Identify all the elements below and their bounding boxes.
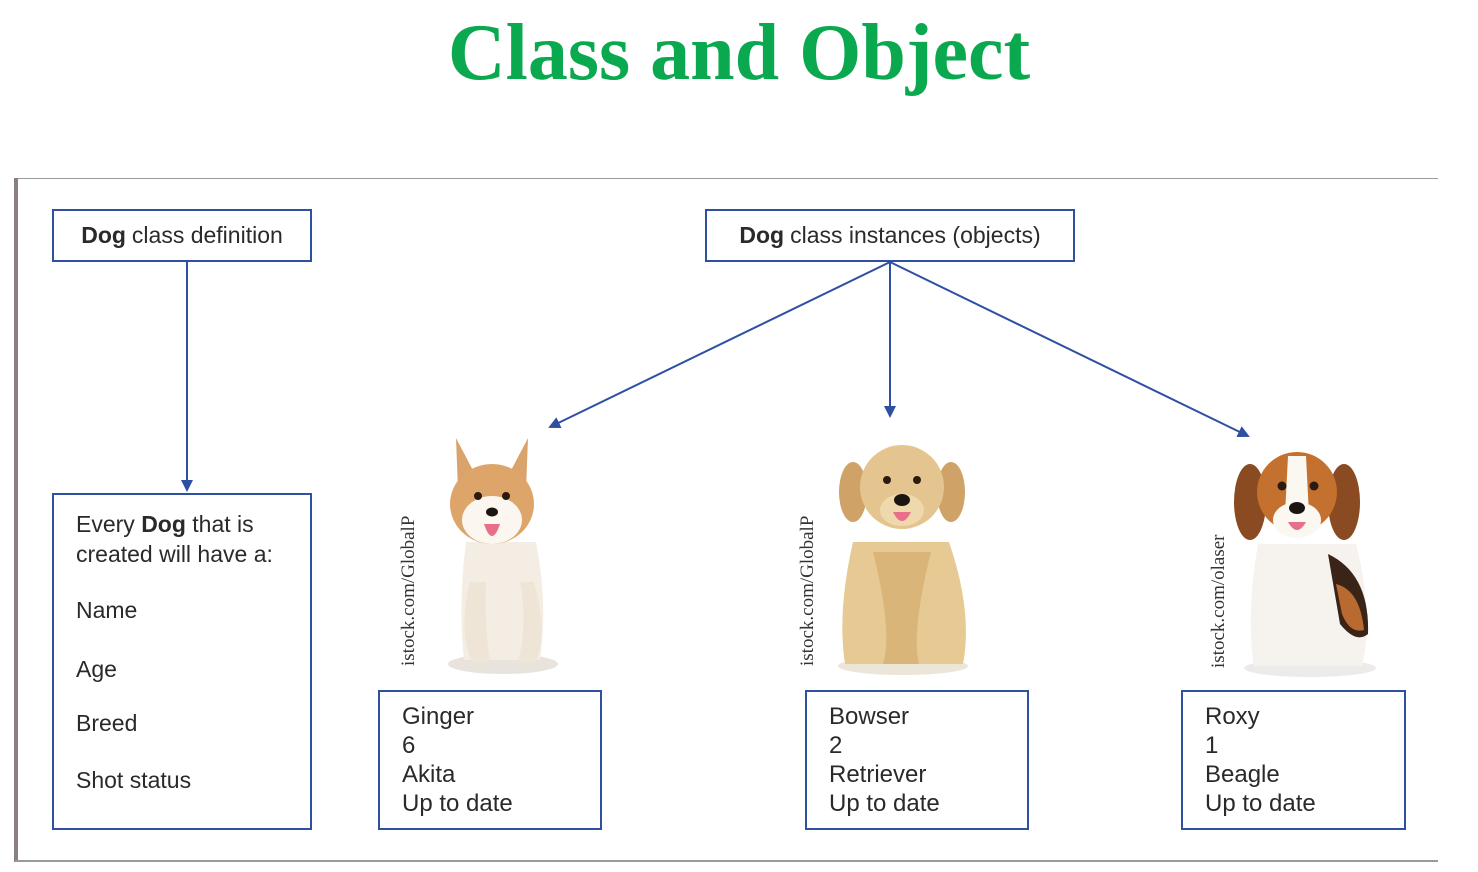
instance-box-ginger: Ginger 6 Akita Up to date	[378, 690, 602, 830]
attribute-name: Name	[76, 597, 138, 623]
instances-class-name: Dog	[739, 222, 785, 248]
instance-box-roxy: Roxy 1 Beagle Up to date	[1181, 690, 1406, 830]
photo-credit-roxy: istock.com/olaser	[1208, 534, 1229, 669]
dog-name: Bowser	[829, 703, 910, 730]
arrow-to-ginger	[548, 261, 891, 429]
definition-line-2: created will have a:	[76, 541, 273, 567]
attribute-breed: Breed	[76, 710, 138, 736]
attribute-shot-status: Shot status	[76, 767, 192, 793]
dog-name: Roxy	[1205, 703, 1260, 730]
definition-text-pre: Every	[76, 511, 135, 537]
class-definition-label: class definition	[131, 222, 283, 248]
instance-box-bowser: Bowser 2 Retriever Up to date	[805, 690, 1029, 830]
dog-shot-status: Up to date	[1205, 790, 1316, 817]
retriever-dog-image	[838, 445, 968, 675]
dog-breed: Retriever	[829, 761, 927, 788]
dog-shot-status: Up to date	[402, 790, 513, 817]
dog-name: Ginger	[402, 703, 475, 730]
class-instances-box: Dog class instances (objects)	[705, 209, 1075, 262]
class-definition-box: Dog class definition	[52, 209, 312, 262]
dog-breed: Beagle	[1205, 761, 1280, 788]
dog-breed: Akita	[402, 761, 456, 788]
dog-shot-status: Up to date	[829, 790, 940, 817]
dog-age: 6	[402, 732, 416, 759]
class-name: Dog	[81, 222, 126, 248]
arrow-to-roxy	[889, 261, 1250, 438]
dog-age: 2	[829, 732, 843, 759]
definition-class-name: Dog	[141, 511, 186, 537]
class-instances-label: class instances (objects)	[790, 222, 1041, 248]
photo-credit-ginger: istock.com/GlobalP	[398, 515, 419, 666]
dog-age: 1	[1205, 732, 1219, 759]
definition-line-1: Every Dog that is	[76, 509, 288, 539]
attribute-age: Age	[76, 656, 117, 682]
akita-dog-image	[448, 438, 558, 674]
beagle-dog-image	[1234, 452, 1376, 677]
photo-credit-bowser: istock.com/GlobalP	[797, 515, 818, 666]
definition-box: Every Dog that is created will have a: N…	[52, 493, 312, 830]
definition-text-post: that is	[192, 511, 254, 537]
